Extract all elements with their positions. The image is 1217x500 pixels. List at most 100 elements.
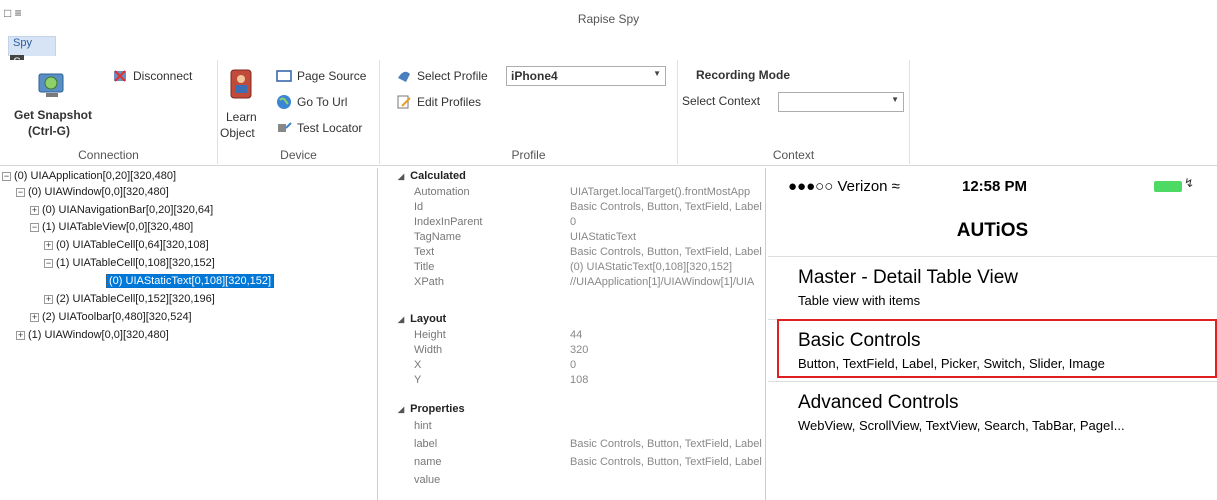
get-snapshot-button[interactable]: Get Snapshot (Ctrl-G) xyxy=(14,70,94,152)
select-context-label: Select Context xyxy=(682,94,761,108)
learn-object-icon xyxy=(230,69,252,99)
property-value[interactable]: 44 xyxy=(570,329,765,341)
property-name: Id xyxy=(414,201,424,213)
property-value[interactable]: //UIAApplication[1]/UIAWindow[1]/UIA xyxy=(570,276,765,288)
property-row[interactable]: Automation UIATarget.localTarget().frontM… xyxy=(384,186,765,201)
tree-node[interactable]: + (2) UIAToolbar[0,480][320,524] xyxy=(30,311,192,323)
profile-select[interactable]: iPhone4 ▼ xyxy=(506,66,666,86)
property-row[interactable]: XPath //UIAApplication[1]/UIAWindow[1]/UI… xyxy=(384,276,765,291)
cell-subtitle: Table view with items xyxy=(798,293,921,308)
category-layout[interactable]: ◢ Layout xyxy=(384,313,765,328)
property-name: Width xyxy=(414,344,443,356)
property-name: Title xyxy=(414,261,435,273)
tree-node-selected[interactable]: (0) UIAStaticText[0,108][320,152] xyxy=(106,274,275,288)
property-value[interactable]: 0 xyxy=(570,216,765,228)
collapse-triangle-icon[interactable]: ◢ xyxy=(398,172,404,181)
tree-node[interactable]: + (0) UIANavigationBar[0,20][320,64] xyxy=(30,204,213,216)
expand-icon[interactable]: + xyxy=(44,294,53,304)
test-locator-button[interactable]: Test Locator xyxy=(276,120,362,136)
property-value[interactable]: Basic Controls, Button, TextField, Label xyxy=(570,246,765,258)
property-value[interactable]: UIATarget.localTarget().frontMostApp xyxy=(570,186,765,198)
tree-node-label: (0) UIAStaticText[0,108][320,152] xyxy=(106,274,275,288)
property-grid[interactable]: ◢ Calculated Automation UIATarget.localTar… xyxy=(384,168,766,500)
property-value[interactable]: Basic Controls, Button, TextField, Label xyxy=(570,438,765,450)
collapse-icon[interactable]: − xyxy=(44,258,53,268)
tree-node[interactable]: − (0) UIAApplication[0,20][320,480] xyxy=(2,170,176,182)
profile-select-value: iPhone4 xyxy=(511,69,558,83)
device-screen[interactable]: ●●●○○ Verizon ≈ 12:58 PM ↯ AUTiOS Master… xyxy=(768,168,1217,500)
property-value[interactable]: UIAStaticText xyxy=(570,231,765,243)
property-row[interactable]: Y 108 xyxy=(384,374,765,389)
property-value[interactable]: 320 xyxy=(570,344,765,356)
expand-icon[interactable]: + xyxy=(16,330,25,340)
property-row[interactable]: label Basic Controls, Button, TextField, … xyxy=(384,438,765,453)
property-row[interactable]: TagName UIAStaticText xyxy=(384,231,765,246)
tree-node[interactable]: − (1) UIATableCell[0,108][320,152] xyxy=(44,257,215,269)
expand-icon[interactable]: + xyxy=(30,205,39,215)
tree-node-label: (2) UIATableCell[0,152][320,196] xyxy=(56,293,215,305)
table-cell[interactable]: Advanced Controls WebView, ScrollView, T… xyxy=(768,381,1217,439)
collapse-triangle-icon[interactable]: ◢ xyxy=(398,315,404,324)
property-row[interactable]: Title (0) UIAStaticText[0,108][320,152] xyxy=(384,261,765,276)
property-value[interactable]: (0) UIAStaticText[0,108][320,152] xyxy=(570,261,765,273)
disconnect-button[interactable]: Disconnect xyxy=(112,68,192,84)
snapshot-icon xyxy=(38,73,64,97)
category-calculated[interactable]: ◢ Calculated xyxy=(384,170,765,185)
page-source-button[interactable]: Page Source xyxy=(276,68,366,84)
tree-node[interactable]: + (2) UIATableCell[0,152][320,196] xyxy=(44,293,215,305)
element-tree[interactable]: − (0) UIAApplication[0,20][320,480] − (0) … xyxy=(0,168,378,500)
category-properties[interactable]: ◢ Properties xyxy=(384,403,765,418)
property-row[interactable]: name Basic Controls, Button, TextField, L… xyxy=(384,456,765,471)
group-device: Learn Object Page Source Go To Url Test … xyxy=(218,60,380,164)
property-row[interactable]: value xyxy=(384,474,765,489)
battery-icon xyxy=(1154,181,1182,192)
property-row[interactable]: Id Basic Controls, Button, TextField, Lab… xyxy=(384,201,765,216)
property-row[interactable]: hint xyxy=(384,420,765,435)
collapse-icon[interactable]: − xyxy=(2,171,11,181)
select-profile-label: Select Profile xyxy=(417,69,488,83)
group-connection: Get Snapshot (Ctrl-G) Disconnect Connect… xyxy=(0,60,218,164)
property-name: hint xyxy=(414,420,432,432)
property-value[interactable]: 108 xyxy=(570,374,765,386)
property-name: Text xyxy=(414,246,435,258)
collapse-icon[interactable]: − xyxy=(16,187,25,197)
property-name: value xyxy=(414,474,441,486)
property-row[interactable]: Width 320 xyxy=(384,344,765,359)
expand-icon[interactable]: + xyxy=(30,312,39,322)
property-name: XPath xyxy=(414,276,444,288)
collapse-icon[interactable]: − xyxy=(30,222,39,232)
learn-object-button[interactable]: Learn Object xyxy=(218,68,262,150)
chevron-down-icon: ▼ xyxy=(653,69,661,78)
edit-profiles-label: Edit Profiles xyxy=(417,95,482,109)
tree-node[interactable]: − (1) UIATableView[0,0][320,480] xyxy=(30,221,193,233)
group-context: Recording Mode Select Context ▼ Context xyxy=(678,60,910,164)
property-value[interactable]: Basic Controls, Button, TextField, Label xyxy=(570,201,765,213)
property-row[interactable]: Text Basic Controls, Button, TextField, L… xyxy=(384,246,765,261)
go-to-url-button[interactable]: Go To Url xyxy=(276,94,347,110)
property-row[interactable]: X0 xyxy=(384,359,765,374)
cell-title: Advanced Controls xyxy=(798,392,959,413)
edit-profiles-icon xyxy=(397,95,411,109)
property-row[interactable]: Height 44 xyxy=(384,329,765,344)
property-value[interactable]: Basic Controls, Button, TextField, Label xyxy=(570,456,765,468)
edit-profiles-button[interactable]: Edit Profiles xyxy=(396,94,481,110)
tree-node[interactable]: + (0) UIATableCell[0,64][320,108] xyxy=(44,239,209,251)
globe-icon xyxy=(277,95,291,109)
tree-node[interactable]: − (0) UIAWindow[0,0][320,480] xyxy=(16,186,169,198)
tab-spy[interactable]: Spy xyxy=(8,36,56,56)
cell-title: Master - Detail Table View xyxy=(798,267,1019,288)
property-row[interactable]: IndexInParent 0 xyxy=(384,216,765,231)
category-label: Properties xyxy=(410,403,465,415)
context-select[interactable]: ▼ xyxy=(778,92,904,112)
tree-node-label: (0) UIATableCell[0,64][320,108] xyxy=(56,239,209,251)
ribbon: Get Snapshot (Ctrl-G) Disconnect Connect… xyxy=(0,60,1217,166)
tree-node[interactable]: + (1) UIAWindow[0,0][320,480] xyxy=(16,329,169,341)
table-cell[interactable]: Master - Detail Table View Table view wi… xyxy=(768,256,1217,314)
expand-icon[interactable]: + xyxy=(44,240,53,250)
page-source-icon xyxy=(276,70,292,82)
property-value[interactable]: 0 xyxy=(570,359,765,371)
recording-mode-toggle[interactable]: Recording Mode xyxy=(696,68,790,82)
select-profile-label-wrap: Select Profile xyxy=(396,68,488,84)
collapse-triangle-icon[interactable]: ◢ xyxy=(398,405,404,414)
property-name: X xyxy=(414,359,422,371)
